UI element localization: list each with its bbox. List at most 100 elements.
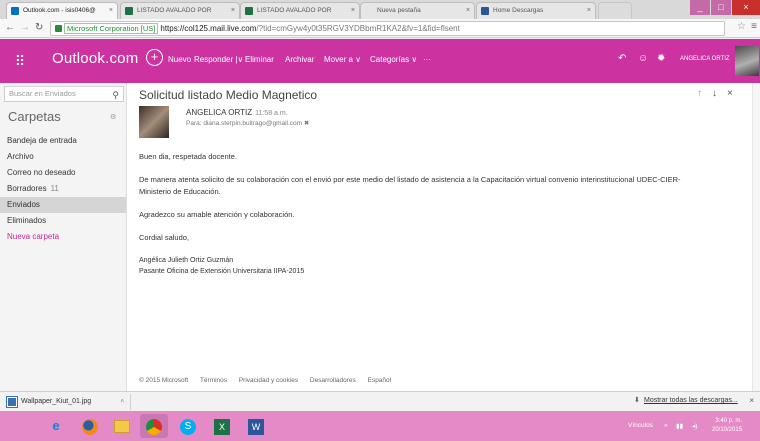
new-plus-icon[interactable]: + — [146, 49, 163, 66]
windows-taskbar: e S X W Vínculos » ▮▮ ◂) 3:40 p. m. 20/1… — [0, 411, 760, 441]
new-folder-link[interactable]: Nueva carpeta — [0, 229, 126, 245]
forward-arrow-icon[interactable]: → — [20, 21, 30, 35]
close-window-button[interactable]: × — [732, 0, 760, 15]
folder-deleted[interactable]: Eliminados — [0, 213, 126, 229]
footer-link-developers[interactable]: Desarrolladores — [310, 377, 356, 384]
search-input[interactable]: Buscar en Enviados ⚲ — [4, 86, 124, 102]
outlook-favicon-icon — [11, 7, 19, 15]
tab-close-icon[interactable]: × — [351, 3, 355, 19]
tab-label: LISTADO AVALADO POR — [137, 7, 212, 14]
message-time: 11:58 a.m. — [255, 110, 288, 117]
tab-close-icon[interactable]: × — [587, 3, 591, 19]
tab-listado-1[interactable]: LISTADO AVALADO POR × — [120, 2, 240, 19]
new-tab-button[interactable] — [598, 2, 632, 19]
maximize-button[interactable]: □ — [711, 0, 731, 15]
delete-button[interactable]: Eliminar — [245, 55, 274, 64]
show-all-downloads-link[interactable]: Mostrar todas las descargas... — [644, 397, 738, 404]
footer-link-language[interactable]: Español — [368, 377, 392, 384]
more-button[interactable]: ··· — [423, 55, 431, 64]
user-avatar[interactable] — [735, 46, 759, 76]
messenger-icon[interactable]: ☺ — [638, 53, 648, 64]
reply-button[interactable]: Responder |∨ — [194, 55, 243, 64]
close-download-bar-icon[interactable]: × — [749, 396, 754, 405]
clock-date: 20/10/2015 — [712, 427, 743, 433]
next-message-icon[interactable]: ↓ — [712, 88, 717, 99]
system-clock[interactable]: 3:40 p. m. 20/10/2015 — [712, 417, 742, 435]
excel-favicon-icon — [125, 7, 133, 15]
folder-inbox[interactable]: Bandeja de entrada — [0, 133, 126, 149]
reload-icon[interactable]: ↻ — [35, 21, 43, 35]
tab-descargas[interactable]: Home Descargas × — [476, 2, 596, 19]
excel-icon[interactable]: X — [208, 414, 236, 438]
folder-drafts[interactable]: Borradores 11 — [0, 181, 126, 197]
image-file-icon — [6, 396, 18, 408]
firefox-icon[interactable] — [76, 414, 104, 438]
tray-links-label[interactable]: Vínculos — [628, 422, 653, 429]
folder-junk[interactable]: Correo no deseado — [0, 165, 126, 181]
bookmark-star-icon[interactable]: ☆ — [737, 21, 746, 32]
sender-avatar[interactable] — [139, 106, 169, 138]
ev-certificate-label: Microsoft Corporation [US] — [64, 23, 159, 34]
chevron-up-icon[interactable]: ˄ — [120, 394, 124, 410]
signature-title: Pasante Oficina de Extensión Universitar… — [139, 268, 305, 275]
skype-icon[interactable]: S — [174, 414, 202, 438]
network-icon[interactable]: ▮▮ — [676, 422, 683, 430]
volume-icon[interactable]: ◂) — [692, 422, 697, 430]
back-arrow-icon[interactable]: ← — [5, 21, 15, 35]
folder-sent[interactable]: Enviados — [0, 197, 126, 213]
folder-label: Correo no deseado — [7, 168, 76, 177]
categories-button[interactable]: Categorías ∨ — [370, 55, 417, 64]
search-icon[interactable]: ⚲ — [112, 88, 119, 102]
browser-menu-icon[interactable]: ≡ — [751, 21, 757, 32]
reading-pane: Solicitud listado Medio Magnetico ↑ ↓ × … — [127, 83, 760, 391]
tab-label: LISTADO AVALADO POR — [257, 7, 332, 14]
outlook-brand[interactable]: Outlook.com — [52, 50, 138, 67]
url-host: https://col125.mail.live.com — [160, 24, 257, 33]
user-name[interactable]: ANGELICA ORTIZ — [680, 56, 730, 62]
archive-button[interactable]: Archivar — [285, 55, 314, 64]
tab-new[interactable]: Nueva pestaña × — [360, 2, 475, 19]
folder-options-icon[interactable]: ⚙ — [110, 113, 116, 121]
new-button[interactable]: Nuevo — [168, 55, 191, 64]
folder-label: Borradores — [7, 184, 47, 193]
address-bar-row: ← → ↻ Microsoft Corporation [US] https://… — [0, 19, 760, 38]
footer-link-terms[interactable]: Términos — [200, 377, 227, 384]
tray-chevron-icon[interactable]: » — [664, 422, 668, 429]
chrome-icon[interactable] — [140, 414, 168, 438]
tab-label: Outlook.com - isis0406@ — [23, 7, 96, 14]
previous-message-icon[interactable]: ↑ — [697, 88, 702, 99]
settings-gear-icon[interactable]: ✹ — [657, 53, 665, 64]
folder-archive[interactable]: Archivo — [0, 149, 126, 165]
folder-label: Enviados — [7, 200, 40, 209]
sender-name[interactable]: ANGELICA ORTIZ — [186, 108, 252, 117]
tab-close-icon[interactable]: × — [231, 3, 235, 19]
lock-icon — [55, 25, 62, 32]
search-placeholder: Buscar en Enviados — [9, 89, 76, 98]
app-launcher-icon[interactable]: ⠿ — [0, 39, 40, 83]
body-line: De manera atenta solicito de su colabora… — [139, 175, 681, 184]
internet-explorer-icon[interactable]: e — [42, 414, 70, 438]
download-item[interactable]: Wallpaper_Kiut_01.jpg ˄ — [4, 394, 131, 410]
folders-heading[interactable]: Carpetas — [8, 109, 61, 124]
file-explorer-icon[interactable] — [108, 414, 136, 438]
tab-close-icon[interactable]: × — [466, 3, 470, 19]
url-path: /?tid=cmGyw4y0t35RGV3YDBbmR1KA2&fv=1&fid… — [256, 24, 460, 33]
reading-pane-scrollbar[interactable] — [752, 83, 760, 391]
move-to-button[interactable]: Mover a ∨ — [324, 55, 361, 64]
footer-link-privacy[interactable]: Privacidad y cookies — [239, 377, 298, 384]
copyright: © 2015 Microsoft — [139, 377, 189, 384]
url-field[interactable]: Microsoft Corporation [US] https://col125… — [50, 21, 725, 36]
recipient-line[interactable]: Para: diana.sterpin.buitrago@gmail.com ✖ — [186, 119, 309, 127]
download-favicon-icon — [481, 7, 489, 15]
tab-close-icon[interactable]: × — [109, 3, 113, 19]
download-filename: Wallpaper_Kiut_01.jpg — [21, 398, 92, 405]
sender-line: ANGELICA ORTIZ 11:58 a.m. — [186, 108, 288, 117]
tab-listado-2[interactable]: LISTADO AVALADO POR × — [240, 2, 360, 19]
tab-outlook[interactable]: Outlook.com - isis0406@ × — [6, 2, 118, 19]
close-message-icon[interactable]: × — [727, 88, 733, 99]
minimize-button[interactable]: _ — [690, 0, 710, 15]
body-line: Buen dia, respetada docente. — [139, 152, 237, 161]
body-line: Cordial saludo, — [139, 233, 190, 242]
undo-icon[interactable]: ↶ — [618, 53, 626, 64]
word-icon[interactable]: W — [242, 414, 270, 438]
